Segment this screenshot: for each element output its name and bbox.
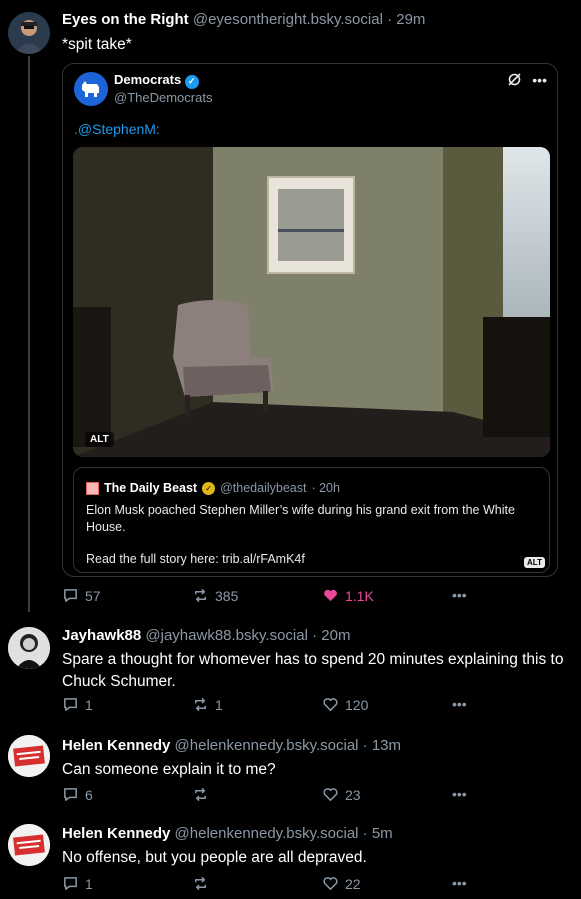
author-handle[interactable]: @eyesontheright.bsky.social bbox=[193, 11, 383, 28]
author-handle[interactable]: @helenkennedy.bsky.social bbox=[175, 825, 359, 842]
like-count: 22 bbox=[345, 875, 361, 892]
reply-count: 6 bbox=[85, 786, 93, 803]
like-icon bbox=[323, 877, 338, 891]
verified-icon: ✓ bbox=[184, 74, 199, 89]
author-name[interactable]: Jayhawk88 bbox=[62, 627, 141, 644]
reply-button[interactable]: 57 bbox=[62, 587, 101, 604]
reply-icon bbox=[64, 788, 77, 801]
avatar[interactable] bbox=[8, 12, 50, 54]
more-options-button[interactable]: ••• bbox=[452, 875, 467, 891]
post-actions: 57 385 1.1K ••• bbox=[62, 587, 482, 607]
post-time: · 5m bbox=[362, 825, 393, 842]
reply-count: 57 bbox=[85, 587, 101, 604]
more-icon[interactable]: ••• bbox=[532, 72, 547, 90]
x-logo-icon bbox=[507, 72, 522, 90]
more-options-button[interactable]: ••• bbox=[452, 786, 467, 802]
repost-button[interactable]: 385 bbox=[192, 587, 238, 604]
like-icon bbox=[323, 788, 338, 802]
quote-link-text[interactable]: Read the full story here: trib.al/rFAmK4… bbox=[86, 552, 305, 566]
embed-author-label: Democrats bbox=[114, 72, 182, 87]
donkey-logo-icon bbox=[74, 72, 108, 106]
quote-author-name[interactable]: The Daily Beast bbox=[104, 481, 197, 495]
reply-button[interactable]: 6 bbox=[62, 786, 93, 803]
repost-button[interactable] bbox=[192, 875, 215, 892]
reply-button[interactable]: 1 bbox=[62, 875, 93, 892]
reply-icon bbox=[64, 698, 77, 711]
post-helen-kennedy-1[interactable]: Helen Kennedy @helenkennedy.bsky.social … bbox=[0, 730, 581, 810]
post-eyes-on-the-right[interactable]: Eyes on the Right @eyesontheright.bsky.s… bbox=[0, 0, 581, 620]
quote-time: · 20h bbox=[311, 481, 340, 495]
room-photo[interactable]: ALT bbox=[73, 147, 550, 457]
quote-text: Elon Musk poached Stephen Miller’s wife … bbox=[86, 503, 515, 534]
more-icon: ••• bbox=[452, 696, 467, 712]
repost-icon bbox=[195, 788, 206, 801]
like-count: 1.1K bbox=[345, 587, 374, 604]
post-text: Spare a thought for whomever has to spen… bbox=[62, 651, 564, 690]
like-button[interactable]: 23 bbox=[322, 786, 361, 803]
like-button[interactable]: 1.1K bbox=[322, 587, 374, 604]
photo-alt-badge[interactable]: ALT bbox=[85, 432, 114, 447]
post-actions: 1 22 ••• bbox=[62, 875, 482, 895]
embed-author-handle[interactable]: @TheDemocrats bbox=[114, 90, 212, 105]
post-text: *spit take* bbox=[62, 36, 132, 53]
post-time: · 29m bbox=[387, 11, 426, 28]
avatar[interactable] bbox=[8, 824, 50, 866]
daily-beast-logo-icon bbox=[86, 481, 99, 495]
post-time: · 20m bbox=[312, 627, 351, 644]
post-actions: 1 1 120 ••• bbox=[62, 696, 482, 716]
quoted-post[interactable]: The Daily Beast ✓ @thedailybeast · 20h E… bbox=[73, 467, 550, 573]
avatar[interactable] bbox=[8, 627, 50, 669]
repost-button[interactable] bbox=[192, 786, 215, 803]
quote-author-handle[interactable]: @thedailybeast bbox=[220, 481, 306, 495]
post-time: · 13m bbox=[362, 737, 402, 754]
more-icon: ••• bbox=[452, 587, 467, 603]
post-jayhawk88[interactable]: Jayhawk88 @jayhawk88.bsky.social · 20m S… bbox=[0, 620, 581, 720]
more-icon: ••• bbox=[452, 875, 467, 891]
verified-gold-icon: ✓ bbox=[202, 481, 216, 495]
author-handle[interactable]: @helenkennedy.bsky.social bbox=[175, 737, 359, 754]
repost-icon bbox=[195, 589, 206, 602]
like-button[interactable]: 120 bbox=[322, 696, 368, 713]
reply-count: 1 bbox=[85, 696, 93, 713]
repost-icon bbox=[195, 877, 206, 890]
reply-count: 1 bbox=[85, 875, 93, 892]
repost-icon bbox=[195, 698, 206, 711]
post-text: Can someone explain it to me? bbox=[62, 761, 276, 778]
author-handle[interactable]: @jayhawk88.bsky.social bbox=[145, 627, 308, 644]
repost-count: 1 bbox=[215, 696, 223, 713]
avatar[interactable] bbox=[8, 735, 50, 777]
reply-icon bbox=[64, 589, 77, 602]
more-icon: ••• bbox=[452, 786, 467, 802]
like-button[interactable]: 22 bbox=[322, 875, 361, 892]
quote-alt-badge[interactable]: ALT bbox=[524, 557, 545, 568]
author-name[interactable]: Eyes on the Right bbox=[62, 11, 189, 28]
embedded-post[interactable]: Democrats ✓ @TheDemocrats ••• .@StephenM… bbox=[62, 63, 558, 577]
more-options-button[interactable]: ••• bbox=[452, 587, 467, 603]
more-options-button[interactable]: ••• bbox=[452, 696, 467, 712]
author-name[interactable]: Helen Kennedy bbox=[62, 737, 170, 754]
reply-button[interactable]: 1 bbox=[62, 696, 93, 713]
embed-text-mention[interactable]: .@StephenM: bbox=[74, 121, 160, 137]
post-actions: 6 23 ••• bbox=[62, 786, 482, 806]
like-icon bbox=[324, 589, 337, 602]
repost-button[interactable]: 1 bbox=[192, 696, 223, 713]
embed-author-name[interactable]: Democrats ✓ bbox=[114, 72, 199, 89]
like-icon bbox=[323, 698, 338, 712]
like-count: 23 bbox=[345, 786, 361, 803]
post-helen-kennedy-2[interactable]: Helen Kennedy @helenkennedy.bsky.social … bbox=[0, 819, 581, 899]
post-text: No offense, but you people are all depra… bbox=[62, 849, 367, 866]
reply-icon bbox=[64, 877, 77, 890]
author-name[interactable]: Helen Kennedy bbox=[62, 825, 170, 842]
repost-count: 385 bbox=[215, 587, 239, 604]
like-count: 120 bbox=[345, 696, 369, 713]
